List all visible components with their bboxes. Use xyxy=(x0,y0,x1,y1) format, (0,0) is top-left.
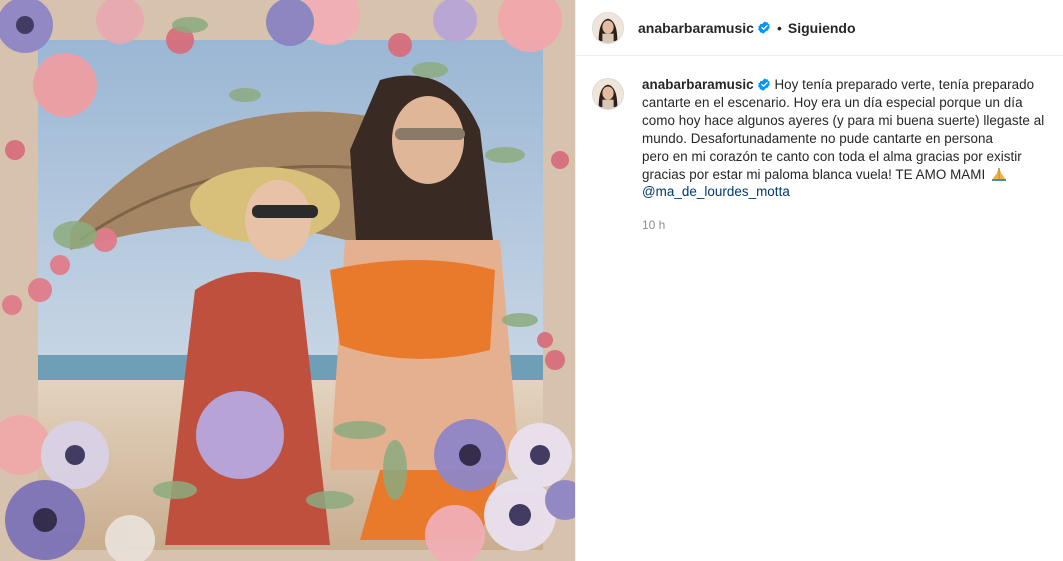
avatar-image xyxy=(593,79,623,109)
praying-hands-icon xyxy=(992,167,1007,181)
caption-text: anabarbaramusic Hoy tenía preparado vert… xyxy=(642,76,1047,201)
header-username[interactable]: anabarbaramusic xyxy=(638,20,754,36)
mention-link[interactable]: @ma_de_lourdes_motta xyxy=(642,184,790,199)
post-side-panel: anabarbaramusic • Siguiendo anabarbaramu… xyxy=(575,0,1063,561)
post-timestamp[interactable]: 10 h xyxy=(642,218,1047,232)
caption-line: anabarbaramusic Hoy tenía preparado vert… xyxy=(642,76,1047,94)
caption-line: mundo. Desafortunadamente no pude cantar… xyxy=(642,130,994,146)
following-button[interactable]: Siguiendo xyxy=(788,20,856,36)
caption-line: gracias por estar mi paloma blanca vuela… xyxy=(642,166,1047,184)
caption-avatar[interactable] xyxy=(592,78,624,110)
caption-line: @ma_de_lourdes_motta xyxy=(642,183,1047,201)
verified-badge-icon xyxy=(758,21,770,34)
caption-body: anabarbaramusic Hoy tenía preparado vert… xyxy=(642,76,1047,232)
caption-comment: anabarbaramusic Hoy tenía preparado vert… xyxy=(576,56,1063,232)
caption-line: como hoy hace algunos ayeres (y para mi … xyxy=(642,112,1045,128)
post-header: anabarbaramusic • Siguiendo xyxy=(576,0,1063,56)
post-image[interactable] xyxy=(0,0,575,561)
verified-badge-icon xyxy=(757,78,770,91)
caption-username[interactable]: anabarbaramusic xyxy=(642,77,754,92)
caption-line: cantarte en el escenario. Hoy era un día… xyxy=(642,94,1023,110)
avatar-image xyxy=(593,12,623,43)
post-photo xyxy=(0,0,575,561)
caption-line-text: gracias por estar mi paloma blanca vuela… xyxy=(642,166,986,182)
avatar[interactable] xyxy=(592,11,624,44)
caption-line: pero en mi corazón te canto con toda el … xyxy=(642,148,1022,164)
header-separator: • xyxy=(776,19,782,36)
caption-line-text: Hoy tenía preparado verte, tenía prepara… xyxy=(774,77,1035,92)
